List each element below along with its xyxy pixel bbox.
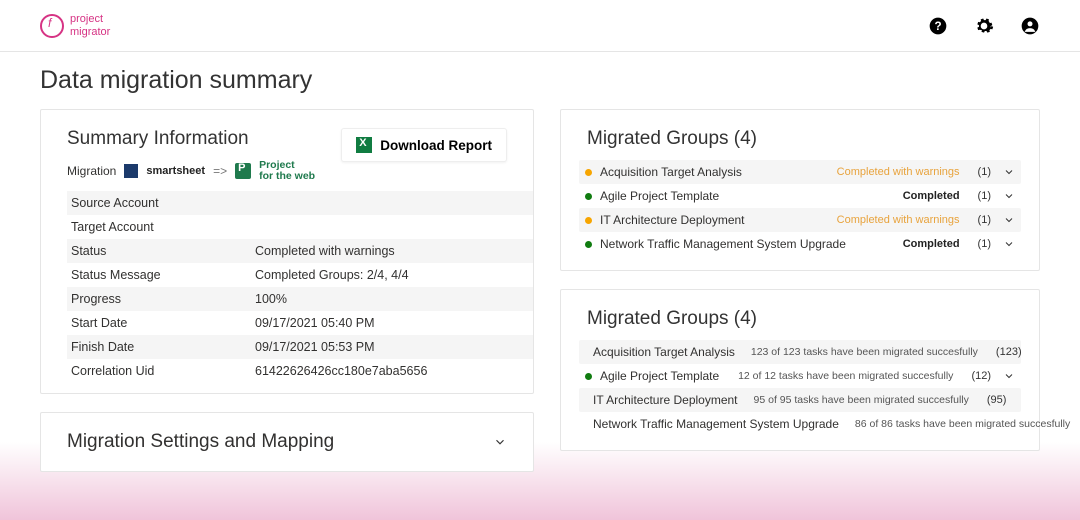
groups2-title: Migrated Groups (4) [587,308,1013,330]
summary-value: 09/17/2021 05:40 PM [255,311,533,335]
group-name: Acquisition Target Analysis [593,345,735,359]
summary-label: Progress [67,287,255,311]
chevron-down-icon [1003,190,1015,202]
chevron-down-icon [1003,370,1015,382]
summary-label: Target Account [67,215,255,239]
group-count: (123) [996,346,1022,358]
account-icon[interactable] [1020,16,1040,36]
group-row[interactable]: IT Architecture Deployment Completed with… [579,208,1021,232]
group-name: IT Architecture Deployment [593,393,738,407]
group-name: Network Traffic Management System Upgrad… [600,237,846,251]
arrow-icon: => [213,164,227,178]
group-status: Completed [903,238,960,250]
summary-row: StatusCompleted with warnings [67,239,533,263]
group-row[interactable]: Network Traffic Management System Upgrad… [579,412,1021,436]
summary-row: Progress100% [67,287,533,311]
group-row[interactable]: Acquisition Target Analysis Completed wit… [579,160,1021,184]
brand-line2: migrator [70,26,110,38]
help-icon[interactable]: ? [928,16,948,36]
brand-line1: project [70,13,110,25]
summary-value [255,215,533,239]
summary-row: Correlation Uid61422626426cc180e7aba5656 [67,359,533,383]
mapping-title: Migration Settings and Mapping [67,431,334,453]
summary-value: Completed with warnings [255,239,533,263]
summary-label: Status Message [67,263,255,287]
status-dot-icon [585,217,592,224]
group-row[interactable]: Agile Project Template 12 of 12 tasks hav… [579,364,1021,388]
logo-mark [40,14,64,38]
group-count: (1) [978,238,991,250]
summary-value [255,191,533,215]
logo-text: project migrator [70,13,110,37]
group-name: Network Traffic Management System Upgrad… [593,417,839,431]
group-count: (12) [971,370,991,382]
summary-value: 09/17/2021 05:53 PM [255,335,533,359]
groups2-list: Acquisition Target Analysis 123 of 123 ta… [561,340,1039,436]
group-status: Completed with warnings [837,214,960,226]
summary-label: Status [67,239,255,263]
summary-row: Target Account [67,215,533,239]
status-dot-icon [585,241,592,248]
group-message: 95 of 95 tasks have been migrated succes… [754,394,969,406]
page: Data migration summary Summary Informati… [0,52,1080,472]
source-name: smartsheet [146,165,205,177]
download-report-button[interactable]: Download Report [341,128,507,162]
summary-value: Completed Groups: 2/4, 4/4 [255,263,533,287]
group-status: Completed [903,190,960,202]
summary-row: Start Date09/17/2021 05:40 PM [67,311,533,335]
group-row[interactable]: Agile Project Template Completed (1) [579,184,1021,208]
status-dot-icon [585,373,592,380]
status-dot-icon [585,169,592,176]
svg-text:?: ? [934,20,941,33]
migration-path: Migration smartsheet => Project for the … [67,160,315,181]
groups1-title: Migrated Groups (4) [587,128,1013,150]
gear-icon[interactable] [974,16,994,36]
download-label: Download Report [380,138,492,153]
smartsheet-icon [124,164,138,178]
summary-row: Finish Date09/17/2021 05:53 PM [67,335,533,359]
summary-table: Source AccountTarget AccountStatusComple… [67,191,533,383]
group-name: Acquisition Target Analysis [600,165,742,179]
brand-logo: project migrator [40,13,110,37]
group-count: (95) [987,394,1007,406]
summary-row: Source Account [67,191,533,215]
summary-row: Status MessageCompleted Groups: 2/4, 4/4 [67,263,533,287]
group-name: Agile Project Template [600,189,719,203]
group-row[interactable]: Network Traffic Management System Upgrad… [579,232,1021,256]
target-name: Project for the web [259,160,315,181]
group-message: 86 of 86 tasks have been migrated succes… [855,418,1070,430]
groups1-list: Acquisition Target Analysis Completed wit… [561,160,1039,256]
group-row[interactable]: Acquisition Target Analysis 123 of 123 ta… [579,340,1021,364]
summary-label: Source Account [67,191,255,215]
migrated-groups-card-2: Migrated Groups (4) Acquisition Target A… [560,289,1040,451]
group-name: IT Architecture Deployment [600,213,745,227]
summary-card: Summary Information Migration smartsheet… [40,109,534,394]
group-message: 12 of 12 tasks have been migrated succes… [738,370,953,382]
topbar: project migrator ? [0,0,1080,52]
group-count: (1) [978,190,991,202]
chevron-down-icon [1003,214,1015,226]
group-count: (1) [978,166,991,178]
summary-label: Start Date [67,311,255,335]
mapping-section-toggle[interactable]: Migration Settings and Mapping [40,412,534,472]
group-name: Agile Project Template [600,369,719,383]
page-title: Data migration summary [40,66,1040,95]
summary-value: 100% [255,287,533,311]
chevron-down-icon [493,435,507,449]
status-dot-icon [585,193,592,200]
chevron-down-icon [1003,238,1015,250]
summary-value: 61422626426cc180e7aba5656 [255,359,533,383]
group-count: (1) [978,214,991,226]
group-row[interactable]: IT Architecture Deployment 95 of 95 tasks… [579,388,1021,412]
group-status: Completed with warnings [837,166,960,178]
summary-title: Summary Information [67,128,315,150]
migrated-groups-card-1: Migrated Groups (4) Acquisition Target A… [560,109,1040,271]
excel-icon [356,137,372,153]
group-message: 123 of 123 tasks have been migrated succ… [751,346,978,358]
summary-label: Correlation Uid [67,359,255,383]
summary-label: Finish Date [67,335,255,359]
chevron-down-icon [1003,166,1015,178]
project-web-icon [235,163,251,179]
migration-label: Migration [67,164,116,178]
